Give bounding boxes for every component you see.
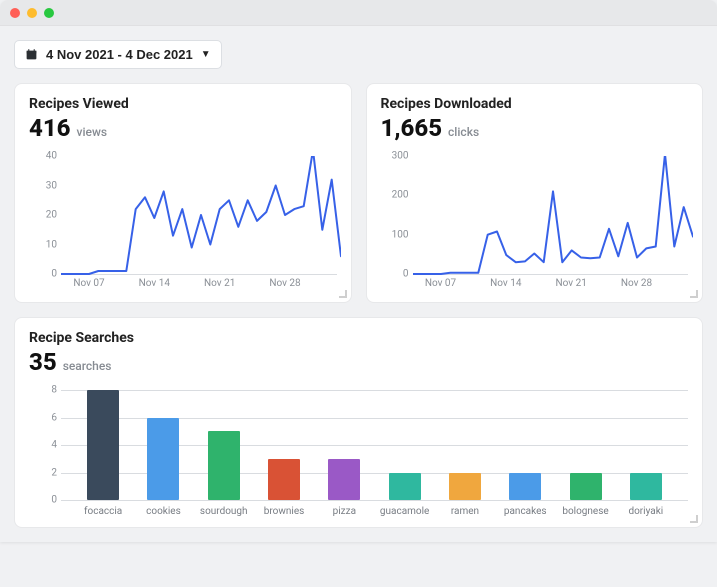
- metric-unit: clicks: [448, 125, 479, 139]
- bar-category-label: brownies: [254, 506, 314, 517]
- y-tick-label: 4: [51, 440, 57, 451]
- bar[interactable]: [87, 390, 119, 500]
- window-zoom-button[interactable]: [44, 8, 54, 18]
- bar[interactable]: [509, 473, 541, 501]
- bar-category-label: bolognese: [555, 506, 615, 517]
- window-titlebar: [0, 0, 717, 26]
- bar[interactable]: [389, 473, 421, 501]
- y-tick-label: 300: [392, 151, 409, 162]
- bar[interactable]: [630, 473, 662, 501]
- x-tick-label: Nov 28: [269, 278, 300, 289]
- metric-unit: views: [77, 125, 108, 139]
- bar[interactable]: [268, 459, 300, 500]
- app-window: 4 Nov 2021 - 4 Dec 2021 ▼ Recipes Viewed…: [0, 0, 717, 542]
- y-tick-label: 10: [46, 239, 57, 250]
- x-tick-label: Nov 14: [490, 278, 521, 289]
- bar-category-label: pancakes: [495, 506, 555, 517]
- metric: 35 searches: [29, 348, 688, 376]
- y-tick-label: 40: [46, 151, 57, 162]
- date-range-label: 4 Nov 2021 - 4 Dec 2021: [46, 47, 193, 62]
- window-minimize-button[interactable]: [27, 8, 37, 18]
- page-content: 4 Nov 2021 - 4 Dec 2021 ▼ Recipes Viewed…: [0, 26, 717, 542]
- metric-value: 1,665: [381, 114, 443, 142]
- card-title: Recipe Searches: [29, 330, 688, 346]
- bar[interactable]: [449, 473, 481, 501]
- window-close-button[interactable]: [10, 8, 20, 18]
- card-recipes-downloaded: Recipes Downloaded 1,665 clicks 0 100 200 3…: [366, 83, 704, 303]
- y-tick-label: 200: [392, 190, 409, 201]
- chevron-down-icon: ▼: [201, 49, 211, 60]
- metric: 416 views: [29, 114, 337, 142]
- card-recipes-viewed: Recipes Viewed 416 views 0 10 20 30 40 Nov 07…: [14, 83, 352, 303]
- date-range-picker[interactable]: 4 Nov 2021 - 4 Dec 2021 ▼: [14, 40, 222, 69]
- x-tick-label: Nov 14: [139, 278, 170, 289]
- bar-chart-searches: 02468focacciacookiessourdoughbrowniespiz…: [29, 390, 688, 517]
- resize-handle-icon[interactable]: [688, 513, 698, 523]
- bar[interactable]: [328, 459, 360, 500]
- resize-handle-icon[interactable]: [688, 288, 698, 298]
- x-tick-label: Nov 21: [555, 278, 586, 289]
- calendar-icon: [25, 48, 38, 61]
- card-title: Recipes Downloaded: [381, 96, 689, 112]
- y-tick-label: 100: [392, 229, 409, 240]
- y-tick-label: 2: [51, 467, 57, 478]
- y-tick-label: 0: [51, 495, 57, 506]
- bar[interactable]: [208, 431, 240, 500]
- resize-handle-icon[interactable]: [337, 288, 347, 298]
- bar[interactable]: [570, 473, 602, 501]
- y-tick-label: 0: [403, 269, 409, 280]
- y-tick-label: 30: [46, 180, 57, 191]
- x-tick-label: Nov 28: [621, 278, 652, 289]
- line-chart-viewed: 010203040Nov 07Nov 14Nov 21Nov 28: [29, 156, 337, 292]
- y-tick-label: 6: [51, 412, 57, 423]
- x-tick-label: Nov 07: [425, 278, 456, 289]
- card-recipe-searches: Recipe Searches 35 searches 0 2 4 6 8 focacci…: [14, 317, 703, 528]
- y-tick-label: 8: [51, 385, 57, 396]
- y-tick-label: 0: [51, 269, 57, 280]
- card-title: Recipes Viewed: [29, 96, 337, 112]
- bar-category-label: sourdough: [194, 506, 254, 517]
- metric-value: 416: [29, 114, 71, 142]
- metric: 1,665 clicks: [381, 114, 689, 142]
- bar-category-label: doriyaki: [616, 506, 676, 517]
- x-tick-label: Nov 07: [73, 278, 104, 289]
- line-chart-downloaded: 0100200300Nov 07Nov 14Nov 21Nov 28: [381, 156, 689, 292]
- x-tick-label: Nov 21: [204, 278, 235, 289]
- metric-unit: searches: [63, 359, 112, 373]
- bar[interactable]: [147, 418, 179, 501]
- bar-category-label: guacamole: [374, 506, 434, 517]
- bar-category-label: cookies: [133, 506, 193, 517]
- y-tick-label: 20: [46, 210, 57, 221]
- metric-value: 35: [29, 348, 57, 376]
- bar-category-label: ramen: [435, 506, 495, 517]
- bar-category-label: pizza: [314, 506, 374, 517]
- bar-category-label: focaccia: [73, 506, 133, 517]
